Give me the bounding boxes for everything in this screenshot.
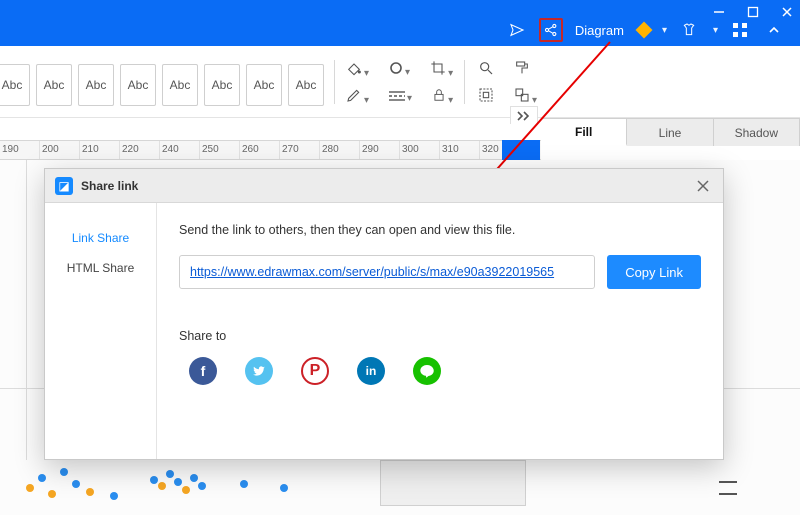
chevron-down-icon[interactable]: ▾: [662, 25, 667, 36]
close-dialog-button[interactable]: [693, 176, 713, 196]
dialog-sidebar: Link Share HTML Share: [45, 203, 157, 459]
twitter-icon[interactable]: [245, 357, 273, 385]
style-preset[interactable]: Abc: [162, 64, 198, 106]
edit-tool-group: ▾ ▾ ▾ ▾ ▾ ▾: [346, 60, 453, 106]
tab-fill[interactable]: Fill: [541, 119, 627, 146]
ruler-tick: 270: [280, 141, 320, 159]
collapse-ribbon-icon[interactable]: [762, 18, 786, 42]
window-controls: [710, 3, 796, 21]
pencil-icon[interactable]: ▾: [346, 87, 369, 106]
share-link-input[interactable]: https://www.edrawmax.com/server/public/s…: [179, 255, 595, 289]
share-to-label: Share to: [179, 329, 701, 343]
style-gallery[interactable]: Abc Abc Abc Abc Abc Abc Abc Abc: [0, 64, 324, 106]
ruler-selection-indicator: [502, 140, 540, 160]
social-row: f P in: [179, 357, 701, 385]
ruler-tick: 220: [120, 141, 160, 159]
chevron-down-icon[interactable]: ▾: [713, 25, 718, 36]
horizontal-ruler: 190 200 210 220 240 250 260 270 280 290 …: [0, 140, 541, 160]
style-preset[interactable]: Abc: [120, 64, 156, 106]
group-icon[interactable]: ▾: [514, 87, 537, 106]
view-tool-group: ▾: [478, 60, 537, 106]
ribbon-toolbar: Abc Abc Abc Abc Abc Abc Abc Abc ▾ ▾ ▾ ▾ …: [0, 46, 800, 118]
titlebar-actions: Diagram ▾ ▾: [505, 18, 786, 42]
expand-panel-button[interactable]: [510, 106, 538, 124]
line-style-icon[interactable]: ▾: [389, 90, 412, 104]
maximize-button[interactable]: [744, 3, 762, 21]
style-preset[interactable]: Abc: [246, 64, 282, 106]
dialog-title: Share link: [81, 179, 138, 193]
dialog-main: Send the link to others, then they can o…: [157, 203, 723, 459]
sidebar-item-html-share[interactable]: HTML Share: [45, 253, 156, 283]
format-painter-icon[interactable]: [514, 60, 530, 79]
select-all-icon[interactable]: [478, 87, 494, 106]
linkedin-icon[interactable]: in: [357, 357, 385, 385]
fill-bucket-icon[interactable]: ▾: [346, 60, 369, 79]
send-icon[interactable]: [505, 18, 529, 42]
line-icon[interactable]: [413, 357, 441, 385]
ruler-tick: 260: [240, 141, 280, 159]
minimize-button[interactable]: [710, 3, 728, 21]
title-bar: Diagram ▾ ▾: [0, 0, 800, 46]
style-preset[interactable]: Abc: [204, 64, 240, 106]
search-icon[interactable]: [478, 60, 494, 79]
style-preset[interactable]: Abc: [288, 64, 324, 106]
ruler-tick: 190: [0, 141, 40, 159]
premium-badge-icon: [635, 22, 652, 39]
style-preset[interactable]: Abc: [36, 64, 72, 106]
divider: [334, 60, 335, 104]
shape-outline-icon[interactable]: ▾: [389, 61, 410, 78]
tshirt-icon[interactable]: [677, 18, 701, 42]
scatter-chart-preview: [0, 460, 370, 506]
apps-grid-icon[interactable]: [728, 18, 752, 42]
ruler-tick: 210: [80, 141, 120, 159]
app-logo-icon: ◪: [55, 177, 73, 195]
ruler-tick: 280: [320, 141, 360, 159]
link-row: https://www.edrawmax.com/server/public/s…: [179, 255, 701, 289]
crop-icon[interactable]: ▾: [430, 60, 453, 79]
style-preset[interactable]: Abc: [78, 64, 114, 106]
ruler-tick: 310: [440, 141, 480, 159]
share-description: Send the link to others, then they can o…: [179, 223, 701, 237]
tab-line[interactable]: Line: [627, 119, 713, 146]
ruler-tick: 300: [400, 141, 440, 159]
share-link-dialog: ◪ Share link Link Share HTML Share Send …: [44, 168, 724, 460]
ruler-tick: 290: [360, 141, 400, 159]
page-thumbnail[interactable]: [380, 460, 526, 506]
close-window-button[interactable]: [778, 3, 796, 21]
guide-line: [26, 160, 27, 460]
pinterest-icon[interactable]: P: [301, 357, 329, 385]
share-icon[interactable]: [539, 18, 563, 42]
ruler-tick: 240: [160, 141, 200, 159]
page-settings-icon[interactable]: [719, 481, 737, 495]
dialog-body: Link Share HTML Share Send the link to o…: [45, 203, 723, 459]
style-preset[interactable]: Abc: [0, 64, 30, 106]
facebook-icon[interactable]: f: [189, 357, 217, 385]
lock-icon[interactable]: ▾: [432, 87, 453, 106]
copy-link-button[interactable]: Copy Link: [607, 255, 701, 289]
right-panel-tabs: Fill Line Shadow: [541, 118, 800, 146]
ruler-tick: 250: [200, 141, 240, 159]
sidebar-item-link-share[interactable]: Link Share: [45, 223, 156, 253]
divider: [464, 60, 465, 104]
diagram-menu-label[interactable]: Diagram: [575, 23, 624, 38]
tab-shadow[interactable]: Shadow: [714, 119, 800, 146]
ruler-tick: 200: [40, 141, 80, 159]
dialog-titlebar[interactable]: ◪ Share link: [45, 169, 723, 203]
